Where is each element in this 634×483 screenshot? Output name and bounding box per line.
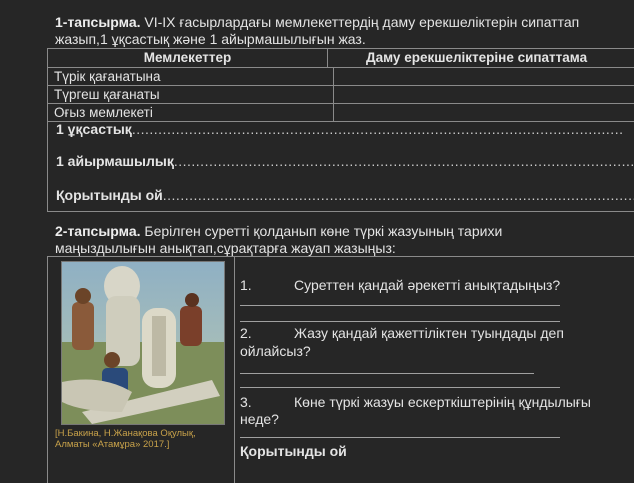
table-cell-state: Түргеш қағанаты xyxy=(48,86,334,103)
column-header-description: Даму ерекшеліктеріне сипаттама xyxy=(366,50,588,65)
caption-line2: Алматы «Атамұра» 2017.] xyxy=(55,439,170,450)
conclusion-line[interactable]: Қорытынды ой............................… xyxy=(56,187,634,203)
table-row: Түрік қағанатына xyxy=(48,68,634,86)
similarity-dots: ........................................… xyxy=(131,121,624,137)
table-cell-description[interactable] xyxy=(334,68,634,85)
question-2-text: Жазу қандай қажеттіліктен туындады деп xyxy=(294,325,564,341)
task1-label: 1-тапсырма. xyxy=(55,14,141,30)
table-cell-description[interactable] xyxy=(334,86,634,103)
conclusion-heading: Қорытынды ой xyxy=(240,443,347,459)
column-header-states: Мемлекеттер xyxy=(48,49,328,67)
task2-title: 2-тапсырма. Берілген суретті қолданып кө… xyxy=(55,223,502,239)
task2-text: Берілген суретті қолданып көне түркі жаз… xyxy=(140,223,503,239)
caption-line1: [Н.Бакина, Н.Жанақова Оқулық, xyxy=(55,428,196,439)
task1-title: 1-тапсырма. VI-IX ғасырлардағы мемлекетт… xyxy=(55,14,579,30)
question-1: 1. Суреттен қандай әрекетті анықтадыңыз? xyxy=(240,277,560,293)
task1-text: VI-IX ғасырлардағы мемлекеттердің даму е… xyxy=(140,14,580,30)
table-row: Түргеш қағанаты xyxy=(48,86,634,104)
difference-label: 1 айырмашылық xyxy=(56,153,174,169)
task2-title-line2: маңыздылығын анықтап,сұрақтарға жауап жа… xyxy=(55,240,396,256)
similarity-label: 1 ұқсастық xyxy=(56,121,132,137)
question-3-number: 3. xyxy=(240,394,252,410)
table-cell-state: Түрік қағанатына xyxy=(48,68,334,85)
question-1-number: 1. xyxy=(240,277,252,293)
conclusion-label: Қорытынды ой xyxy=(56,187,163,203)
answer-section: 1 ұқсастық..............................… xyxy=(47,119,634,212)
image-caption: [Н.Бакина, Н.Жанақова Оқулық, Алматы «Ат… xyxy=(55,428,196,450)
question-3-text: Көне түркі жазуы ескерткіштерінің құндыл… xyxy=(294,394,591,410)
conclusion-dots: ........................................… xyxy=(162,187,634,203)
answer-line-1b[interactable] xyxy=(240,321,560,322)
question-2: 2. Жазу қандай қажеттіліктен туындады деп xyxy=(240,325,564,341)
question-2-number: 2. xyxy=(240,325,252,341)
answer-line-1a[interactable] xyxy=(240,305,560,306)
question-2-continued: ойлайсыз? xyxy=(240,343,311,359)
answer-line-3a[interactable] xyxy=(240,437,560,438)
states-table: Мемлекеттер Даму ерекшеліктеріне сипатта… xyxy=(47,48,634,122)
table-header-row: Мемлекеттер Даму ерекшеліктеріне сипатта… xyxy=(48,49,634,68)
task2-label: 2-тапсырма. xyxy=(55,223,141,239)
answer-line-2a[interactable] xyxy=(240,373,534,374)
question-3-continued: неде? xyxy=(240,411,279,427)
image-cell: [Н.Бакина, Н.Жанақова Оқулық, Алматы «Ат… xyxy=(48,257,235,483)
question-3: 3. Көне түркі жазуы ескерткіштерінің құнд… xyxy=(240,394,591,410)
answer-line-2b[interactable] xyxy=(240,387,560,388)
difference-line[interactable]: 1 айырмашылық...........................… xyxy=(56,153,634,169)
task2-box: [Н.Бакина, Н.Жанақова Оқулық, Алматы «Ат… xyxy=(47,256,634,483)
stone-carving-illustration xyxy=(61,261,225,425)
question-1-text: Суреттен қандай әрекетті анықтадыңыз? xyxy=(294,277,561,293)
task1-title-line2: жазып,1 ұқсастық және 1 айырмашылығын жа… xyxy=(55,31,366,47)
similarity-line[interactable]: 1 ұқсастық..............................… xyxy=(56,121,623,137)
difference-dots: ........................................… xyxy=(173,153,634,169)
